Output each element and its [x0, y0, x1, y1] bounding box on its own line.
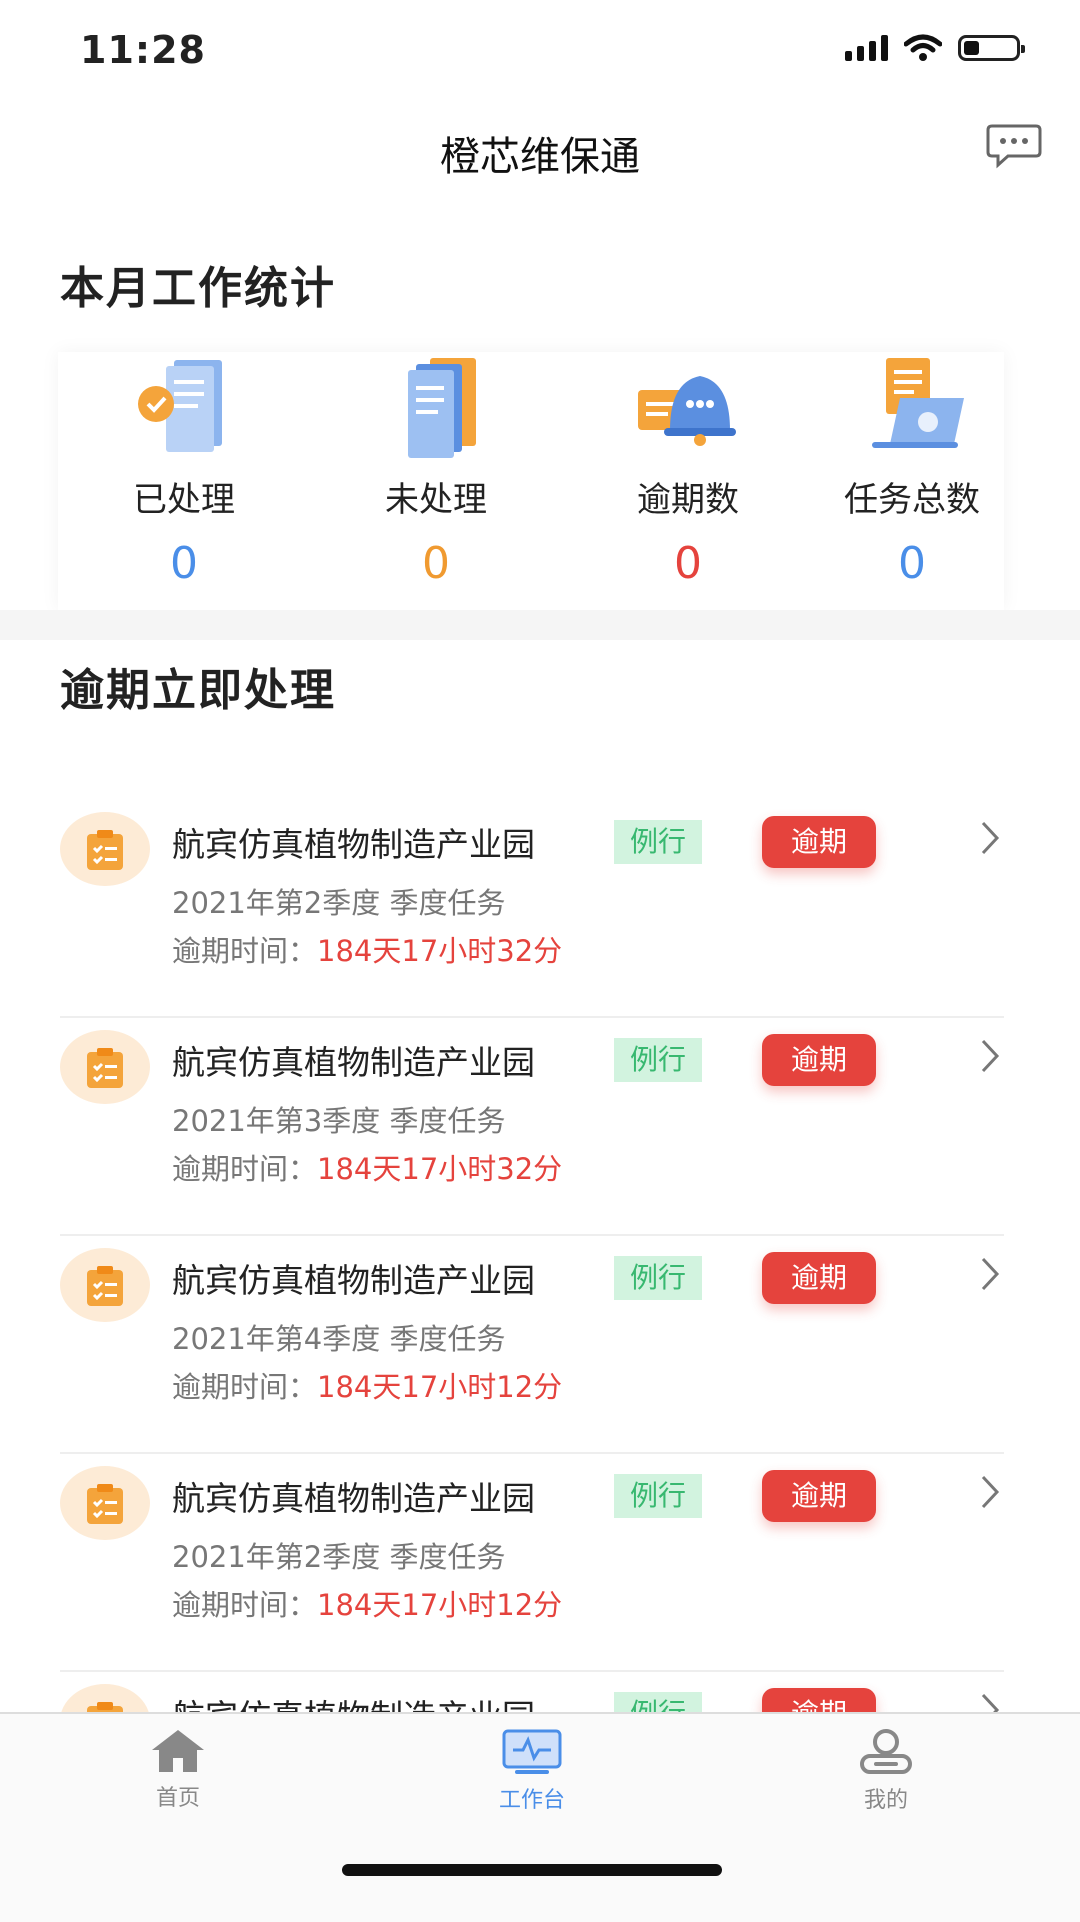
- battery-icon: [958, 35, 1025, 61]
- task-subtitle: 2021年第3季度 季度任务: [172, 1104, 506, 1138]
- stat-value: 0: [422, 538, 450, 589]
- tab-label: 我的: [863, 1788, 908, 1813]
- stat-value: 0: [170, 538, 198, 589]
- tab-home[interactable]: 首页: [108, 1728, 248, 1812]
- overdue-time-value: 184天17小时32分: [317, 934, 563, 968]
- overdue-time-value: 184天17小时12分: [317, 1370, 563, 1404]
- cellular-signal-icon: [845, 35, 888, 61]
- task-avatar: [60, 812, 150, 886]
- routine-tag: 例行: [614, 1474, 702, 1518]
- tab-label: 首页: [155, 1786, 200, 1811]
- stat-total[interactable]: 任务总数 0: [822, 352, 1002, 610]
- overdue-time-label: 逾期时间：: [172, 1152, 318, 1186]
- list-item[interactable]: 航宾仿真植物制造产业园 例行 逾期 2021年第2季度 季度任务 逾期时间：18…: [60, 800, 1004, 1018]
- overdue-badge: 逾期: [762, 816, 876, 868]
- unprocessed-documents-icon: [408, 358, 476, 458]
- overdue-time-value: 184天17小时12分: [317, 1588, 563, 1622]
- tab-profile[interactable]: 我的: [816, 1728, 956, 1814]
- clipboard-icon: [87, 1484, 123, 1524]
- status-time: 11:28: [80, 28, 206, 72]
- clipboard-icon: [87, 1048, 123, 1088]
- overdue-badge: 逾期: [762, 1470, 876, 1522]
- routine-tag: 例行: [614, 820, 702, 864]
- stat-unprocessed[interactable]: 未处理 0: [318, 352, 554, 610]
- project-name: 航宾仿真植物制造产业园: [172, 825, 535, 864]
- stats-section-title: 本月工作统计: [60, 263, 336, 314]
- list-item[interactable]: 航宾仿真植物制造产业园 例行 逾期 2021年第2季度 季度任务 逾期时间：18…: [60, 1454, 1004, 1672]
- task-subtitle: 2021年第2季度 季度任务: [172, 886, 506, 920]
- project-name: 航宾仿真植物制造产业园: [172, 1043, 535, 1082]
- list-item[interactable]: 航宾仿真植物制造产业园 例行 逾期 2021年第4季度 季度任务 逾期时间：18…: [60, 1236, 1004, 1454]
- home-indicator: [342, 1864, 722, 1876]
- task-laptop-icon: [872, 358, 964, 448]
- nav-bar: 橙芯维保通: [0, 100, 1080, 200]
- overdue-time-label: 逾期时间：: [172, 1370, 318, 1404]
- task-avatar: [60, 1466, 150, 1540]
- chevron-right-icon[interactable]: [980, 1256, 1000, 1292]
- tab-bar: 首页 工作台 我的: [0, 1712, 1080, 1922]
- chevron-right-icon[interactable]: [980, 1474, 1000, 1510]
- status-bar: 11:28: [0, 0, 1080, 100]
- task-subtitle: 2021年第2季度 季度任务: [172, 1540, 506, 1574]
- overdue-time: 逾期时间：184天17小时12分: [172, 1364, 562, 1406]
- chevron-right-icon[interactable]: [980, 820, 1000, 856]
- overdue-bell-icon: [638, 376, 736, 446]
- profile-icon: [860, 1729, 912, 1774]
- stat-value: 0: [674, 538, 702, 589]
- workbench-icon: [502, 1729, 562, 1774]
- list-item[interactable]: 航宾仿真植物制造产业园 例行 逾期 2021年第3季度 季度任务 逾期时间：18…: [60, 1018, 1004, 1236]
- processed-documents-icon: [138, 360, 222, 452]
- stat-label: 未处理: [385, 480, 487, 520]
- stat-label: 逾期数: [637, 480, 739, 520]
- overdue-time: 逾期时间：184天17小时32分: [172, 1146, 562, 1188]
- stats-card: 已处理 0 未处理 0 逾期数 0 任务总数 0: [58, 352, 1004, 610]
- page-title: 橙芯维保通: [440, 134, 640, 180]
- overdue-time-label: 逾期时间：: [172, 1588, 318, 1622]
- task-avatar: [60, 1030, 150, 1104]
- routine-tag: 例行: [614, 1038, 702, 1082]
- section-divider: [0, 610, 1080, 640]
- tab-workbench[interactable]: 工作台: [462, 1728, 602, 1814]
- task-subtitle: 2021年第4季度 季度任务: [172, 1322, 506, 1356]
- overdue-time-label: 逾期时间：: [172, 934, 318, 968]
- overdue-badge: 逾期: [762, 1252, 876, 1304]
- home-icon: [152, 1730, 204, 1772]
- status-icons: [845, 34, 1025, 62]
- tab-label: 工作台: [498, 1788, 565, 1813]
- message-icon[interactable]: [986, 122, 1042, 170]
- clipboard-icon: [87, 1266, 123, 1306]
- overdue-section-title: 逾期立即处理: [60, 665, 336, 716]
- stat-label: 任务总数: [844, 480, 980, 520]
- wifi-icon: [904, 34, 942, 61]
- stat-overdue[interactable]: 逾期数 0: [570, 352, 806, 610]
- stat-processed[interactable]: 已处理 0: [66, 352, 302, 610]
- overdue-badge: 逾期: [762, 1034, 876, 1086]
- overdue-time: 逾期时间：184天17小时32分: [172, 928, 562, 970]
- stat-label: 已处理: [133, 480, 235, 520]
- stat-value: 0: [898, 538, 926, 589]
- routine-tag: 例行: [614, 1256, 702, 1300]
- overdue-time-value: 184天17小时32分: [317, 1152, 563, 1186]
- clipboard-icon: [87, 830, 123, 870]
- project-name: 航宾仿真植物制造产业园: [172, 1479, 535, 1518]
- project-name: 航宾仿真植物制造产业园: [172, 1261, 535, 1300]
- task-avatar: [60, 1248, 150, 1322]
- chevron-right-icon[interactable]: [980, 1038, 1000, 1074]
- overdue-time: 逾期时间：184天17小时12分: [172, 1582, 562, 1624]
